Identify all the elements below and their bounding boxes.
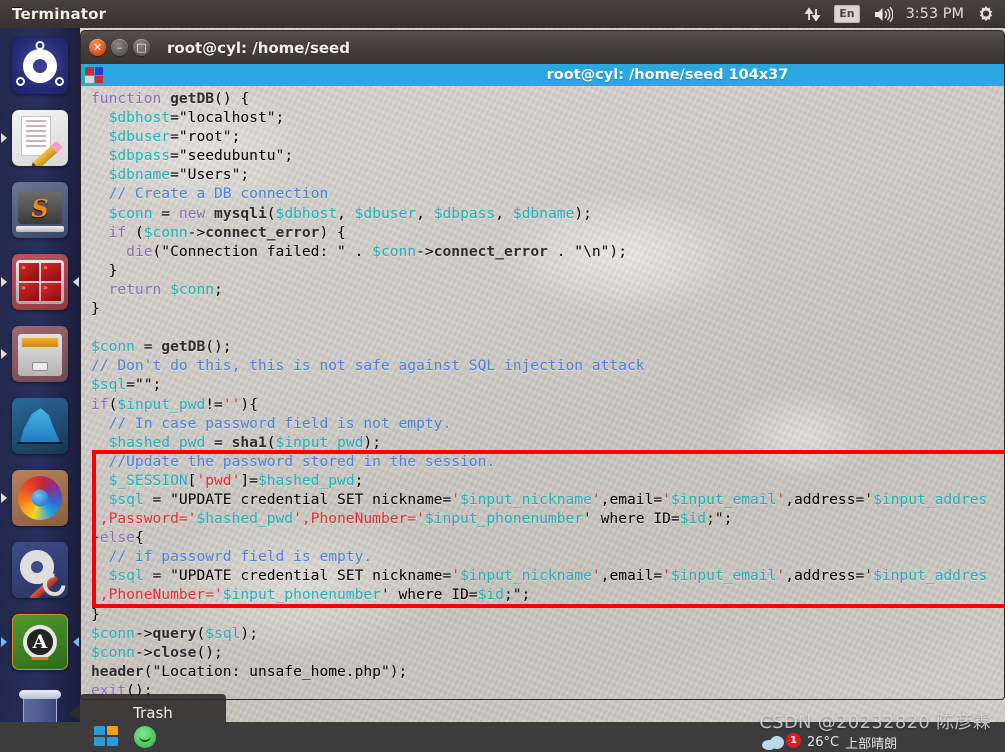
- sidebar-item-firefox[interactable]: [0, 462, 80, 534]
- terminal-line: function getDB() {: [91, 90, 250, 107]
- terminal-line: }else{: [91, 529, 144, 547]
- terminal-line: ',Password='$hashed_pwd',PhoneNumber='$i…: [91, 510, 733, 528]
- gear-icon[interactable]: [977, 5, 995, 23]
- terminal-line: $dbhost="localhost";: [108, 109, 285, 127]
- terminal-line: $conn->query($sql);: [91, 624, 258, 642]
- running-pip: [1, 493, 7, 503]
- terminal-line: }: [91, 605, 100, 623]
- terminal-line: $dbuser="root";: [108, 128, 241, 146]
- trash-tooltip-label: Trash: [133, 704, 173, 722]
- maximize-button[interactable]: □: [133, 39, 150, 56]
- terminal-tab-label: root@cyl: /home/seed 104x37: [546, 67, 789, 83]
- terminal-line: die("Connection failed: " . $conn->conne…: [126, 242, 627, 260]
- text-editor-icon: [12, 110, 68, 166]
- weather-description: 上部晴朗: [845, 737, 898, 752]
- terminal-line: return $conn;: [108, 280, 223, 298]
- running-pip: [1, 349, 7, 359]
- csdn-watermark: CSDN @20232820 陈彦霖: [759, 712, 991, 733]
- sidebar-item-system-settings[interactable]: [0, 534, 80, 606]
- terminal-tab-bar[interactable]: root@cyl: /home/seed 104x37: [80, 64, 1005, 86]
- sidebar-item-file-manager[interactable]: [0, 318, 80, 390]
- terminal-line: if ($conn->connect_error) {: [108, 223, 346, 241]
- terminal-line: // Don't do this, this is not safe again…: [91, 357, 645, 375]
- close-button[interactable]: ✕: [89, 39, 106, 56]
- volume-icon[interactable]: [873, 6, 893, 23]
- terminal-line: $conn = getDB();: [91, 338, 232, 356]
- sidebar-item-software-updater[interactable]: A: [0, 606, 80, 678]
- terminal-code-output: function getDB() { $dbhost="localhost"; …: [91, 89, 1004, 699]
- terminal-body[interactable]: function getDB() { $dbhost="localhost"; …: [80, 86, 1005, 700]
- focused-pip: [73, 277, 79, 287]
- firefox-icon: [12, 470, 68, 526]
- terminator-window: ✕ – □ root@cyl: /home/seed root@cyl: /ho…: [80, 30, 1005, 700]
- terminal-line: $sql = "UPDATE credential SET nickname='…: [108, 490, 988, 508]
- minimize-button[interactable]: –: [111, 39, 128, 56]
- terminal-line: //Update the password stored in the sess…: [108, 452, 496, 470]
- system-settings-icon: [12, 542, 68, 598]
- weather-temperature: 26°C: [807, 735, 840, 750]
- terminal-line: $sql = "UPDATE credential SET nickname='…: [108, 567, 988, 585]
- desktop-screen: Terminator En 3:53 PM S » » » » A ✕ – □ …: [0, 0, 1005, 752]
- terminal-line: $dbname="Users";: [108, 166, 250, 184]
- terminal-line: $_SESSION['pwd']=$hashed_pwd;: [108, 471, 364, 489]
- running-pip: [1, 277, 7, 287]
- notification-badge: 1: [786, 733, 801, 748]
- start-button-icon[interactable]: [94, 726, 120, 748]
- terminal-line: header("Location: unsafe_home.php");: [91, 662, 408, 680]
- terminal-line: if($input_pwd!=''){: [91, 395, 258, 413]
- terminal-line: $dbpass="seedubuntu";: [108, 147, 294, 165]
- sublime-text-icon: S: [12, 182, 68, 238]
- running-pip: [1, 133, 7, 143]
- sidebar-item-text-editor[interactable]: [0, 102, 80, 174]
- sidebar-item-sublime-text[interactable]: S: [0, 174, 80, 246]
- terminal-line: $sql="";: [91, 376, 162, 394]
- terminal-line: }: [91, 300, 100, 318]
- file-manager-icon: [12, 326, 68, 382]
- sidebar-item-ubuntu-dash[interactable]: [0, 30, 80, 102]
- ubuntu-dash-icon: [12, 38, 68, 94]
- window-titlebar[interactable]: ✕ – □ root@cyl: /home/seed: [80, 30, 1005, 64]
- focused-pip: [73, 637, 79, 647]
- running-pip: [1, 637, 7, 647]
- top-menu-bar: Terminator En 3:53 PM: [0, 0, 1005, 28]
- menubar-indicators: En 3:53 PM: [804, 5, 1005, 23]
- active-app-name: Terminator: [12, 5, 107, 23]
- terminal-line: $conn->close();: [91, 643, 223, 661]
- keyboard-layout-indicator[interactable]: En: [834, 5, 860, 23]
- unity-launcher: S » » » » A: [0, 28, 80, 752]
- sidebar-item-wireshark[interactable]: [0, 390, 80, 462]
- software-updater-icon: A: [12, 614, 68, 670]
- wireshark-icon: [12, 398, 68, 454]
- terminal-line: // if passowrd field is empty.: [108, 548, 373, 566]
- terminal-line: $hashed_pwd = sha1($input_pwd);: [108, 433, 381, 451]
- terminal-line: ',PhoneNumber='$input_phonenumber' where…: [91, 586, 531, 604]
- cloud-icon: [762, 735, 786, 750]
- terminal-line: $conn = new mysqli($dbhost, $dbuser, $db…: [108, 204, 592, 222]
- sidebar-item-terminator[interactable]: [0, 246, 80, 318]
- wechat-icon[interactable]: [134, 726, 156, 748]
- terminal-line: // Create a DB connection: [108, 185, 329, 203]
- window-title: root@cyl: /home/seed: [167, 38, 350, 57]
- terminal-line: }: [91, 261, 118, 279]
- weather-widget[interactable]: 1 26°C 上部晴朗: [762, 733, 897, 752]
- clock[interactable]: 3:53 PM: [906, 6, 964, 22]
- keyboard-layout-label: En: [834, 5, 860, 23]
- terminal-line: exit();: [91, 681, 153, 699]
- network-updown-icon[interactable]: [804, 6, 821, 23]
- terminal-line: // In case password field is not empty.: [108, 414, 452, 432]
- terminator-icon: [12, 254, 68, 310]
